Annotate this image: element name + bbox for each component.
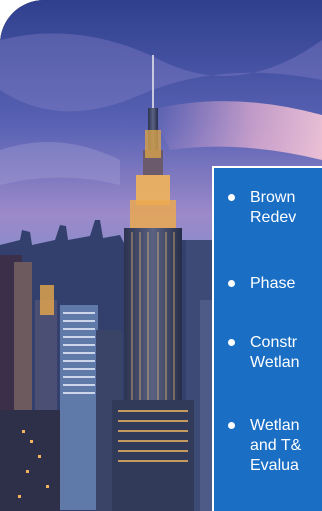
slide-image-frame: Brown Redev Phase Constr Wetlan Wetlan a… — [0, 0, 322, 511]
bullet-line: Brown — [250, 189, 296, 206]
bullet-line: Wetlan — [250, 354, 300, 371]
bullet-line: Evalua — [250, 457, 299, 474]
bullet-dot-icon — [228, 422, 235, 429]
bullet-dot-icon — [228, 280, 235, 287]
bullet-line: Redev — [250, 209, 297, 226]
bullet-dot-icon — [228, 339, 235, 346]
bullet-line: Constr — [250, 334, 298, 351]
bullet-dot-icon — [228, 194, 235, 201]
bullet-line: and T& — [250, 437, 302, 454]
bullet-line: Phase — [250, 275, 296, 292]
bullet-line: Wetlan — [250, 417, 300, 434]
bullet-panel: Brown Redev Phase Constr Wetlan Wetlan a… — [212, 166, 322, 511]
